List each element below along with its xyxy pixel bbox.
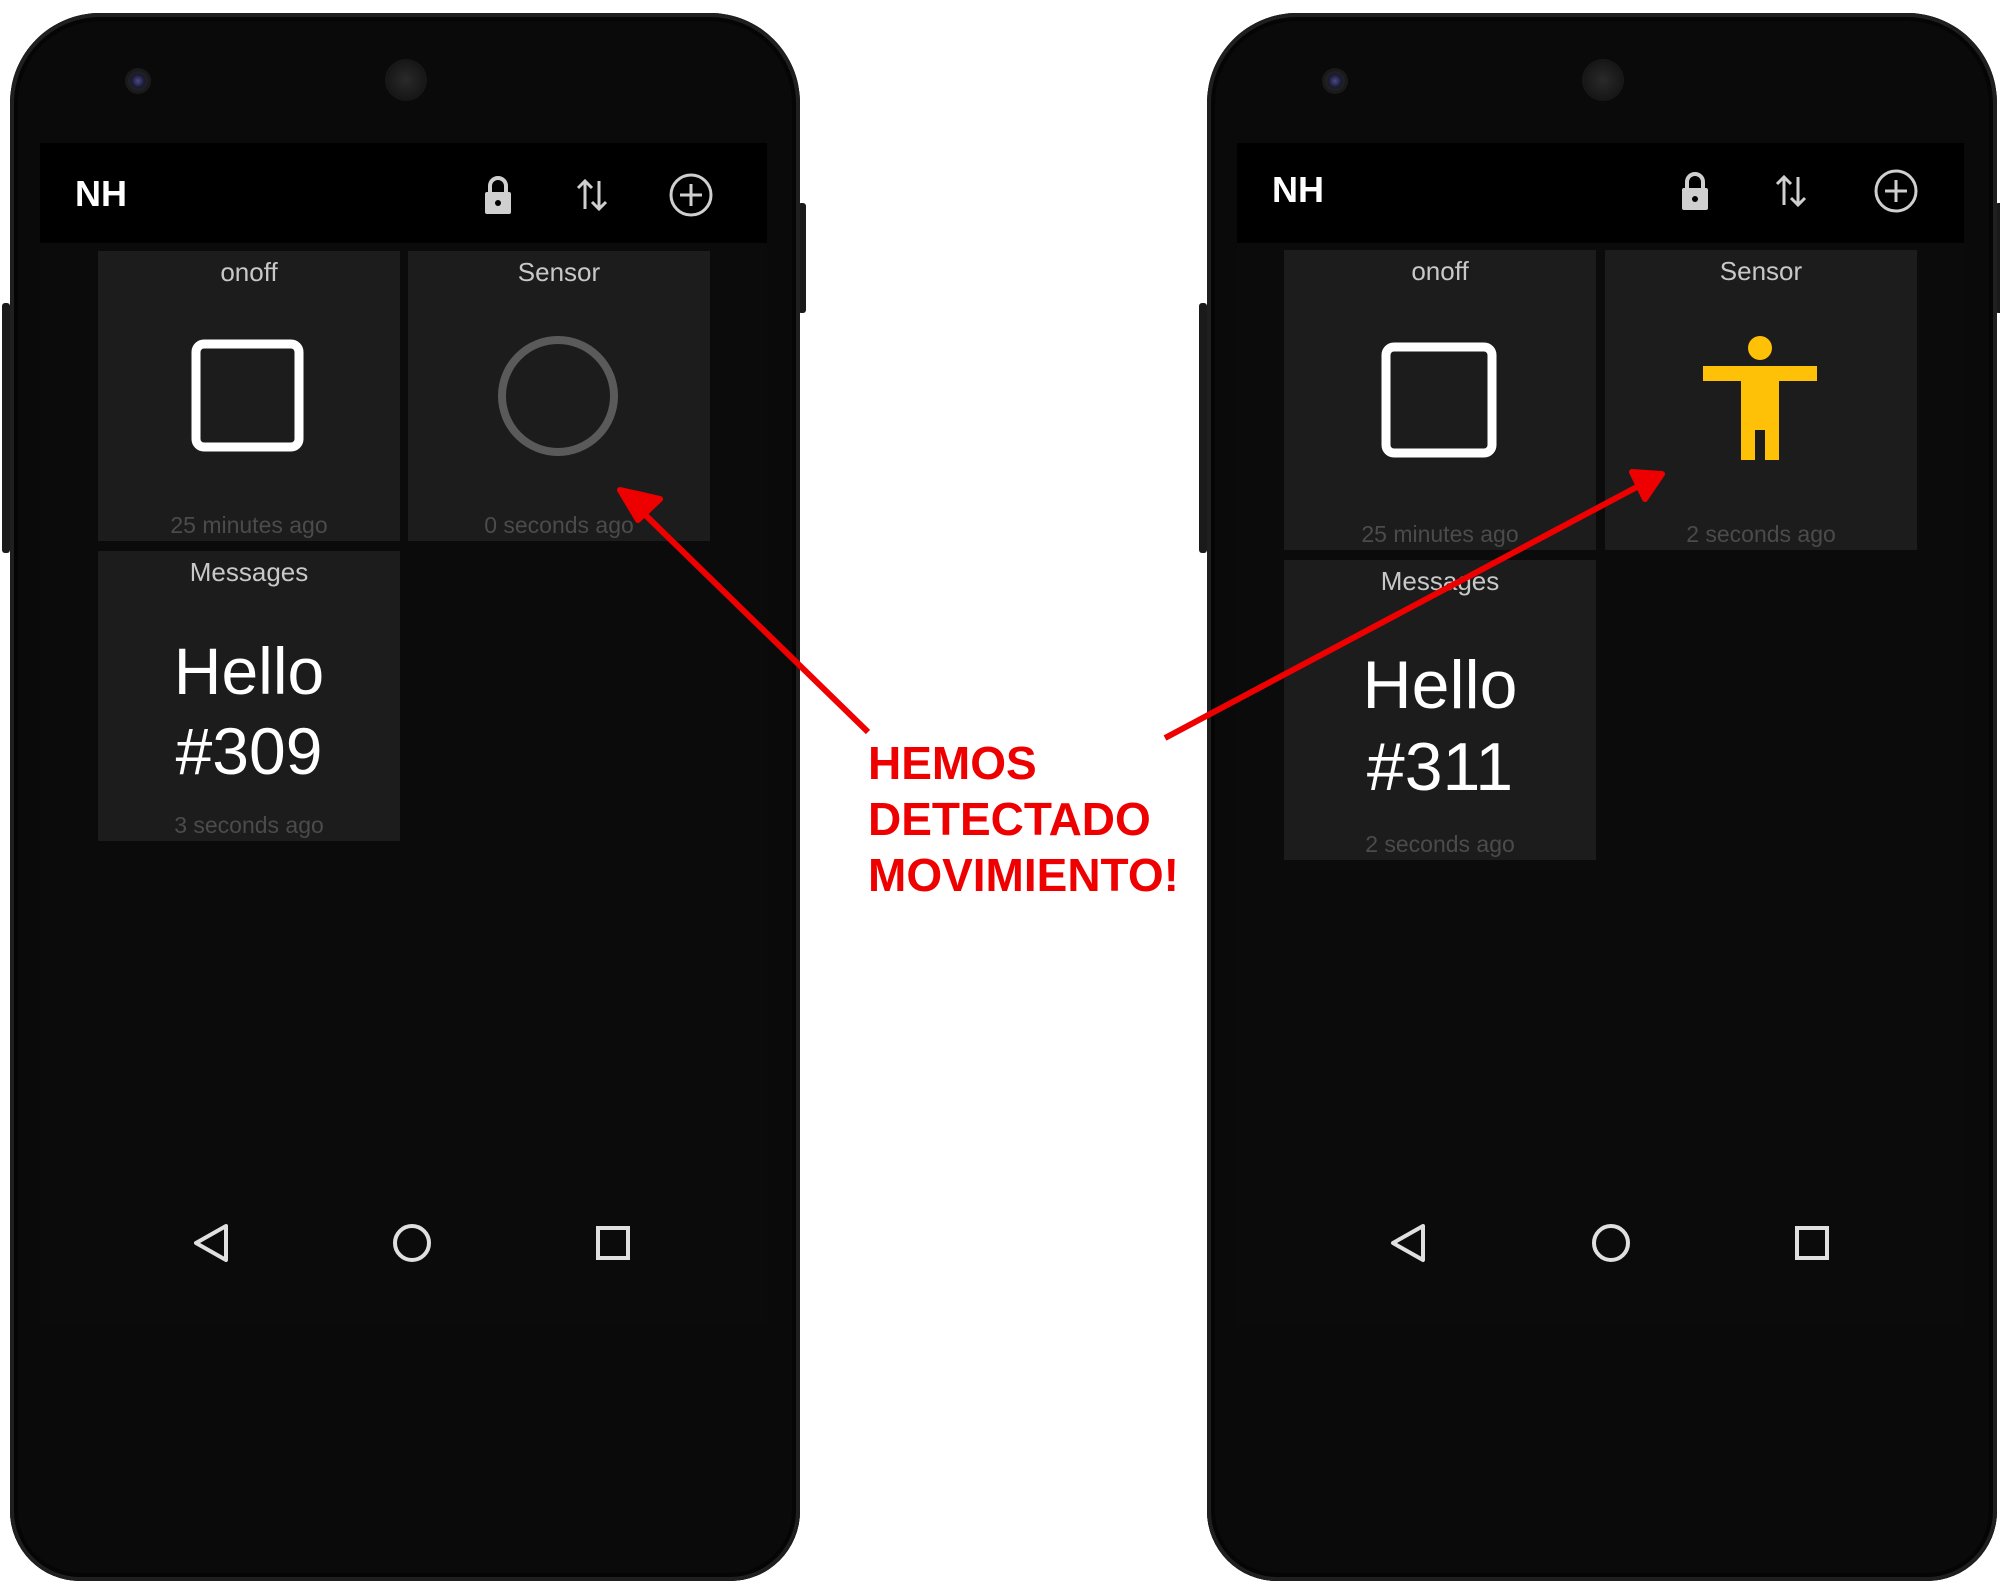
motion-detected-icon: [1703, 336, 1817, 460]
tile-title: Messages: [1380, 566, 1500, 596]
front-camera: [128, 71, 148, 91]
volume-button: [2, 303, 10, 553]
swap-vertical-icon[interactable]: [1767, 167, 1815, 215]
earpiece-speaker: [387, 61, 425, 99]
callout-line-2: DETECTADO: [868, 793, 1151, 845]
tile-sensor[interactable]: Sensor 0 seconds ago: [408, 251, 710, 541]
tile-messages[interactable]: Messages Hello #311 2 seconds ago: [1284, 560, 1596, 860]
message-text: Hello #309: [98, 631, 400, 791]
message-text: Hello #311: [1284, 644, 1596, 808]
tile-timestamp: 2 seconds ago: [1686, 521, 1836, 547]
lock-icon[interactable]: [474, 171, 522, 219]
motion-callout: HEMOS DETECTADO MOVIMIENTO!: [868, 735, 1228, 903]
tile-messages[interactable]: Messages Hello #309 3 seconds ago: [98, 551, 400, 841]
volume-button: [1199, 303, 1207, 553]
add-circle-icon[interactable]: [667, 171, 715, 219]
message-line-1: Hello: [173, 634, 325, 708]
home-icon[interactable]: [382, 1213, 442, 1273]
swap-vertical-icon[interactable]: [568, 171, 616, 219]
back-icon[interactable]: [1379, 1213, 1439, 1273]
callout-line-1: HEMOS: [868, 737, 1037, 789]
tile-onoff[interactable]: onoff 25 minutes ago: [98, 251, 400, 541]
back-icon[interactable]: [182, 1213, 242, 1273]
lock-icon[interactable]: [1671, 167, 1719, 215]
phone-left: NH onoff 25 minutes ago Sensor 0 seconds…: [2, 13, 806, 1581]
screen: NH onoff 25 minutes ago Sensor: [1237, 143, 1964, 1325]
app-title: NH: [1272, 169, 1324, 210]
app-bar: NH: [1237, 143, 1964, 243]
tile-timestamp: 25 minutes ago: [1361, 521, 1519, 547]
tile-timestamp: 0 seconds ago: [484, 512, 634, 538]
message-line-2: #309: [175, 714, 323, 788]
dashboard: onoff 25 minutes ago Sensor 0 seconds ag…: [40, 243, 767, 1325]
switch-off-icon: [1381, 342, 1497, 458]
message-line-2: #311: [1366, 729, 1514, 805]
recents-icon[interactable]: [1782, 1213, 1842, 1273]
tile-onoff[interactable]: onoff 25 minutes ago: [1284, 250, 1596, 550]
add-circle-icon[interactable]: [1872, 167, 1920, 215]
screen: NH onoff 25 minutes ago Sensor: [40, 143, 767, 1325]
home-icon[interactable]: [1581, 1213, 1641, 1273]
app-title: NH: [75, 173, 127, 214]
sensor-idle-icon: [498, 336, 618, 456]
message-line-1: Hello: [1362, 647, 1518, 723]
front-camera: [1325, 71, 1345, 91]
tile-timestamp: 3 seconds ago: [174, 812, 324, 838]
tile-timestamp: 25 minutes ago: [170, 512, 328, 538]
dashboard: onoff 25 minutes ago Sensor 2 seconds ag…: [1237, 243, 1964, 1325]
switch-off-icon: [191, 339, 304, 452]
callout-line-3: MOVIMIENTO!: [868, 849, 1179, 901]
app-bar: NH: [40, 143, 767, 243]
tile-title: Messages: [189, 557, 309, 587]
tile-timestamp: 2 seconds ago: [1365, 831, 1515, 857]
recents-icon[interactable]: [583, 1213, 643, 1273]
earpiece-speaker: [1584, 61, 1622, 99]
phone-right: NH onoff 25 minutes ago Sensor 2 seconds…: [1199, 13, 2000, 1581]
tile-sensor[interactable]: Sensor 2 seconds ago: [1605, 250, 1917, 550]
